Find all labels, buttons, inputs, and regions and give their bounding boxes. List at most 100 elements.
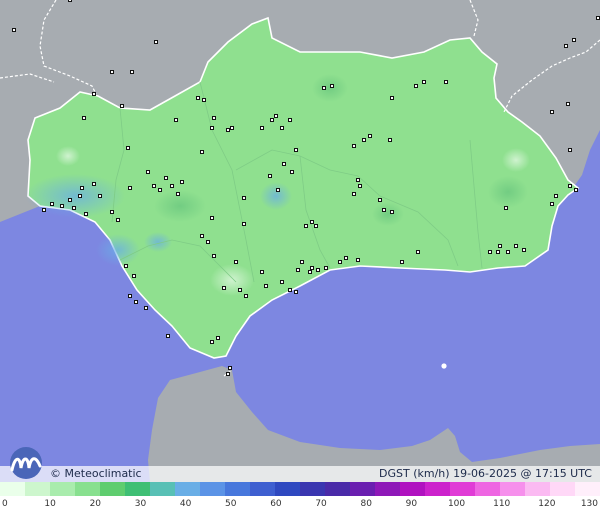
station-marker bbox=[390, 210, 394, 214]
station-marker bbox=[72, 206, 76, 210]
station-marker bbox=[566, 102, 570, 106]
station-marker bbox=[166, 334, 170, 338]
station-marker bbox=[264, 284, 268, 288]
station-marker bbox=[42, 208, 46, 212]
scale-tick-label: 80 bbox=[360, 499, 372, 509]
station-marker bbox=[572, 38, 576, 42]
scale-tick-label: 50 bbox=[225, 499, 237, 509]
scale-swatch bbox=[25, 482, 51, 496]
station-marker bbox=[132, 274, 136, 278]
station-marker bbox=[316, 268, 320, 272]
station-marker bbox=[82, 116, 86, 120]
station-marker bbox=[280, 126, 284, 130]
station-marker bbox=[120, 104, 124, 108]
station-marker bbox=[230, 126, 234, 130]
station-marker bbox=[180, 180, 184, 184]
station-marker bbox=[352, 144, 356, 148]
station-marker bbox=[116, 218, 120, 222]
scale-tick-label: 90 bbox=[405, 499, 418, 509]
station-marker bbox=[50, 202, 54, 206]
scale-tick-label: 70 bbox=[315, 499, 327, 509]
scale-tick-label: 110 bbox=[493, 499, 511, 509]
station-marker bbox=[154, 40, 158, 44]
station-marker bbox=[226, 372, 230, 376]
station-marker bbox=[152, 184, 156, 188]
alboran-island bbox=[441, 363, 447, 369]
station-marker bbox=[568, 184, 572, 188]
station-marker bbox=[222, 286, 226, 290]
station-marker bbox=[202, 98, 206, 102]
station-marker bbox=[564, 44, 568, 48]
station-marker bbox=[158, 188, 162, 192]
station-marker bbox=[290, 170, 294, 174]
scale-tick-label: 100 bbox=[447, 499, 466, 509]
station-marker bbox=[296, 268, 300, 272]
scale-swatch bbox=[75, 482, 101, 496]
scale-swatch bbox=[475, 482, 501, 496]
station-marker bbox=[378, 198, 382, 202]
scale-swatch bbox=[500, 482, 526, 496]
station-marker bbox=[422, 80, 426, 84]
station-marker bbox=[416, 250, 420, 254]
station-marker bbox=[444, 80, 448, 84]
station-marker bbox=[212, 254, 216, 258]
station-marker bbox=[244, 294, 248, 298]
station-marker bbox=[596, 16, 600, 20]
station-marker bbox=[212, 116, 216, 120]
station-marker bbox=[388, 138, 392, 142]
station-marker bbox=[78, 194, 82, 198]
station-marker bbox=[414, 84, 418, 88]
station-marker bbox=[128, 294, 132, 298]
station-marker bbox=[12, 28, 16, 32]
station-marker bbox=[206, 240, 210, 244]
station-marker bbox=[308, 270, 312, 274]
scale-swatch bbox=[225, 482, 251, 496]
station-marker bbox=[146, 170, 150, 174]
station-marker bbox=[356, 178, 360, 182]
map-title: DGST (km/h) 19-06-2025 @ 17:15 UTC bbox=[379, 467, 592, 480]
station-marker bbox=[330, 84, 334, 88]
station-marker bbox=[506, 250, 510, 254]
station-marker bbox=[294, 290, 298, 294]
scale-swatch bbox=[400, 482, 426, 496]
station-marker bbox=[310, 266, 314, 270]
scale-tick-label: 120 bbox=[538, 499, 556, 509]
station-marker bbox=[550, 202, 554, 206]
scale-tick-label: 40 bbox=[179, 499, 192, 509]
station-marker bbox=[362, 138, 366, 142]
color-scale-legend: 0 10 20 30 40 50 60 70 80 90 100 110 120 130 bbox=[0, 482, 600, 517]
wind-gust-map bbox=[0, 0, 600, 482]
station-marker bbox=[242, 196, 246, 200]
scale-swatch bbox=[325, 482, 351, 496]
scale-swatch bbox=[250, 482, 276, 496]
station-marker bbox=[68, 0, 72, 2]
station-marker bbox=[322, 86, 326, 90]
station-marker bbox=[358, 184, 362, 188]
station-marker bbox=[382, 208, 386, 212]
station-marker bbox=[124, 264, 128, 268]
station-marker bbox=[68, 198, 72, 202]
station-marker bbox=[288, 118, 292, 122]
scale-tick-label: 30 bbox=[134, 499, 147, 509]
scale-swatch bbox=[100, 482, 126, 496]
scale-swatch bbox=[300, 482, 326, 496]
station-marker bbox=[228, 366, 232, 370]
station-marker bbox=[128, 186, 132, 190]
station-marker bbox=[174, 118, 178, 122]
station-marker bbox=[200, 234, 204, 238]
station-marker bbox=[260, 270, 264, 274]
station-marker bbox=[210, 216, 214, 220]
station-marker bbox=[338, 260, 342, 264]
station-marker bbox=[390, 96, 394, 100]
scale-swatch bbox=[450, 482, 476, 496]
color-scale-bar bbox=[0, 482, 600, 496]
station-marker bbox=[92, 92, 96, 96]
station-marker bbox=[210, 126, 214, 130]
scale-tick-label: 60 bbox=[270, 499, 282, 509]
station-marker bbox=[488, 250, 492, 254]
station-marker bbox=[352, 192, 356, 196]
station-marker bbox=[554, 194, 558, 198]
station-marker bbox=[568, 148, 572, 152]
station-marker bbox=[126, 146, 130, 150]
scale-swatch bbox=[150, 482, 176, 496]
